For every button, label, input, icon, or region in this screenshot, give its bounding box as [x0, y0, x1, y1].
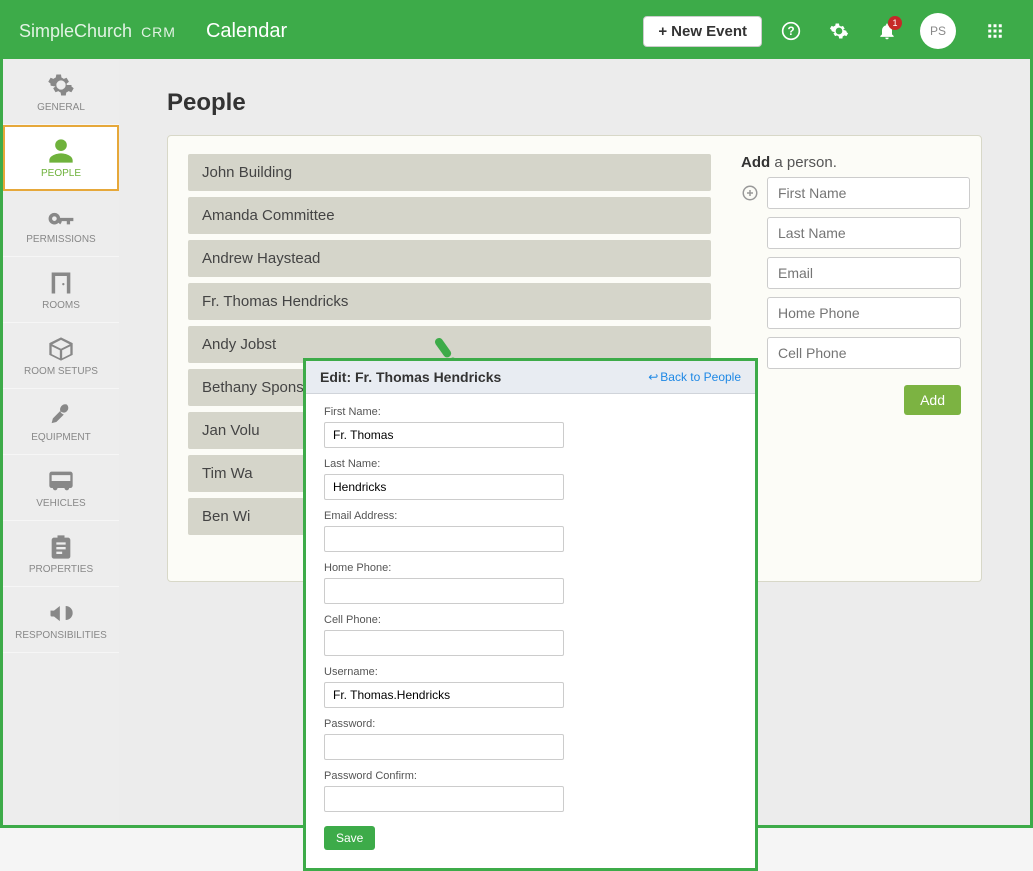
sidebar-item-equipment[interactable]: EQUIPMENT	[3, 389, 119, 455]
notification-badge: 1	[888, 16, 902, 30]
password-label: Password:	[324, 718, 737, 730]
sidebar-label: EQUIPMENT	[31, 432, 90, 443]
plus-icon: +	[658, 23, 667, 40]
sidebar: GENERAL PEOPLE PERMISSIONS ROOMS ROOM SE…	[3, 59, 119, 825]
edit-home-phone-input[interactable]	[324, 578, 564, 604]
add-header: Add a person.	[741, 154, 961, 171]
sidebar-label: RESPONSIBILITIES	[15, 630, 107, 641]
sidebar-label: PERMISSIONS	[26, 234, 95, 245]
modal-body: First Name: Last Name: Email Address: Ho…	[306, 394, 755, 868]
plus-circle-icon	[741, 184, 759, 202]
new-event-label: New Event	[671, 23, 747, 40]
home-phone-label: Home Phone:	[324, 562, 737, 574]
settings-icon[interactable]	[820, 12, 858, 50]
save-button[interactable]: Save	[324, 826, 375, 850]
user-avatar[interactable]: PS	[920, 13, 956, 49]
sidebar-item-responsibilities[interactable]: RESPONSIBILITIES	[3, 587, 119, 653]
people-row[interactable]: Andrew Haystead	[188, 240, 711, 277]
reply-arrow-icon: ↩	[648, 370, 658, 384]
clipboard-icon	[47, 533, 75, 561]
brand-main: SimpleChurch	[19, 21, 132, 41]
edit-password-input[interactable]	[324, 734, 564, 760]
password-confirm-label: Password Confirm:	[324, 770, 737, 782]
sidebar-label: VEHICLES	[36, 498, 85, 509]
sidebar-item-people[interactable]: PEOPLE	[3, 125, 119, 191]
home-phone-input[interactable]	[767, 297, 961, 329]
sidebar-item-room-setups[interactable]: ROOM SETUPS	[3, 323, 119, 389]
key-icon	[47, 203, 75, 231]
sidebar-label: PROPERTIES	[29, 564, 93, 575]
edit-first-name-input[interactable]	[324, 422, 564, 448]
gear-icon	[47, 71, 75, 99]
sidebar-label: GENERAL	[37, 102, 85, 113]
box-icon	[47, 335, 75, 363]
sidebar-item-rooms[interactable]: ROOMS	[3, 257, 119, 323]
add-label-rest: a person.	[770, 154, 837, 171]
edit-cell-phone-input[interactable]	[324, 630, 564, 656]
person-icon	[47, 137, 75, 165]
people-row[interactable]: John Building	[188, 154, 711, 191]
back-to-people-link[interactable]: ↩ Back to People	[648, 370, 741, 384]
megaphone-icon	[47, 599, 75, 627]
sidebar-item-permissions[interactable]: PERMISSIONS	[3, 191, 119, 257]
username-label: Username:	[324, 666, 737, 678]
cell-phone-input[interactable]	[767, 337, 961, 369]
brand-sub: CRM	[141, 24, 176, 40]
back-link-text: Back to People	[660, 370, 741, 384]
edit-email-input[interactable]	[324, 526, 564, 552]
last-name-label: Last Name:	[324, 458, 737, 470]
email-label: Email Address:	[324, 510, 737, 522]
sidebar-label: ROOMS	[42, 300, 80, 311]
add-person-panel: Add a person. Add	[741, 154, 961, 541]
first-name-label: First Name:	[324, 406, 737, 418]
modal-title: Edit: Fr. Thomas Hendricks	[320, 369, 501, 385]
sidebar-item-properties[interactable]: PROPERTIES	[3, 521, 119, 587]
add-button[interactable]: Add	[904, 385, 961, 415]
first-name-input[interactable]	[767, 177, 970, 209]
help-icon[interactable]: ?	[772, 12, 810, 50]
sidebar-label: PEOPLE	[41, 168, 81, 179]
apps-grid-icon[interactable]	[976, 12, 1014, 50]
brand-logo[interactable]: SimpleChurch CRM	[19, 21, 176, 42]
topbar-page-title: Calendar	[206, 20, 287, 43]
bus-icon	[47, 467, 75, 495]
last-name-input[interactable]	[767, 217, 961, 249]
mic-icon	[47, 401, 75, 429]
people-row[interactable]: Amanda Committee	[188, 197, 711, 234]
cell-phone-label: Cell Phone:	[324, 614, 737, 626]
sidebar-item-vehicles[interactable]: VEHICLES	[3, 455, 119, 521]
edit-password-confirm-input[interactable]	[324, 786, 564, 812]
add-label-bold: Add	[741, 154, 770, 171]
page-heading: People	[167, 89, 982, 117]
sidebar-label: ROOM SETUPS	[24, 366, 98, 377]
topbar: SimpleChurch CRM Calendar + New Event ? …	[3, 3, 1030, 59]
notifications-icon[interactable]: 1	[868, 12, 906, 50]
people-row[interactable]: Fr. Thomas Hendricks	[188, 283, 711, 320]
edit-person-modal: Edit: Fr. Thomas Hendricks ↩ Back to Peo…	[303, 358, 758, 871]
svg-text:?: ?	[787, 25, 794, 38]
new-event-button[interactable]: + New Event	[643, 16, 762, 47]
email-input[interactable]	[767, 257, 961, 289]
modal-header: Edit: Fr. Thomas Hendricks ↩ Back to Peo…	[306, 361, 755, 394]
edit-username-input[interactable]	[324, 682, 564, 708]
door-icon	[47, 269, 75, 297]
edit-last-name-input[interactable]	[324, 474, 564, 500]
sidebar-item-general[interactable]: GENERAL	[3, 59, 119, 125]
